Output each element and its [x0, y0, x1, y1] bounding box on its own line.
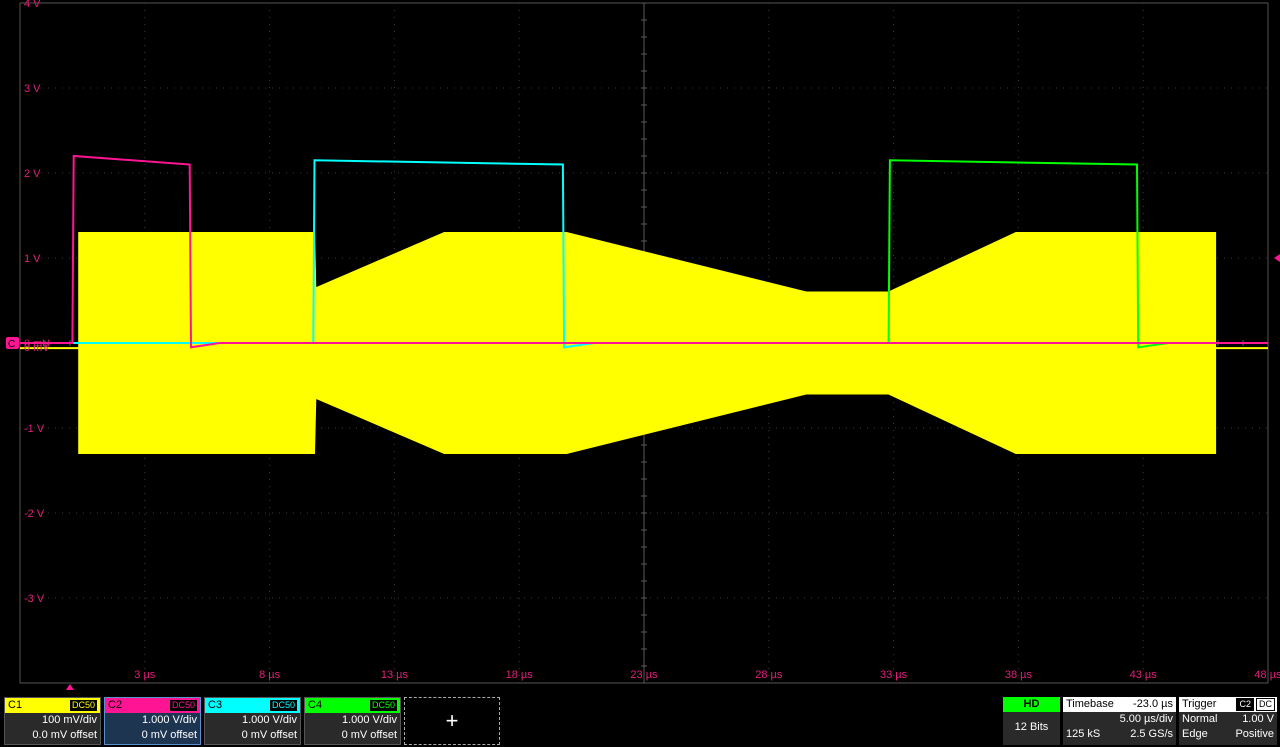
channel-3-scale: 1.000 V/div [241, 714, 297, 726]
add-trace-button[interactable]: + [404, 697, 500, 745]
channel-3-header: C3 DC50 [205, 698, 300, 713]
channel-2-coupling: DC50 [168, 699, 198, 712]
y-tick-label: -2 V [24, 508, 45, 520]
channel-2-header: C2 DC50 [105, 698, 200, 713]
trigger-box[interactable]: Trigger C2 DC Normal 1.00 V Edge Positiv… [1179, 697, 1277, 745]
trigger-source: C2 [1236, 698, 1254, 711]
ground-level-label: 0 mV [24, 342, 50, 354]
acquisition-box[interactable]: HD 12 Bits [1003, 697, 1060, 745]
y-tick-label: 4 V [24, 0, 41, 10]
trigger-row-1: Normal 1.00 V [1179, 712, 1277, 727]
channel-1-box[interactable]: C1 DC50 100 mV/div 0.0 mV offset [4, 697, 101, 745]
channel-3-coupling: DC50 [268, 699, 298, 712]
channel-4-header: C4 DC50 [305, 698, 400, 713]
y-tick-label: 3 V [24, 83, 41, 95]
timebase-row-1: 5.00 µs/div [1063, 712, 1176, 727]
x-tick-label: 18 µs [506, 669, 534, 681]
timebase-samples: 125 kS [1066, 728, 1101, 740]
channel-3-offset: 0 mV offset [241, 729, 297, 741]
channel-1-coupling: DC50 [68, 699, 98, 712]
trigger-coupling: DC [1256, 698, 1275, 711]
x-tick-label: 33 µs [880, 669, 908, 681]
x-tick-label: 13 µs [381, 669, 409, 681]
y-tick-label: 2 V [24, 168, 41, 180]
trigger-badges: C2 DC [1236, 698, 1275, 711]
x-tick-label: 48 µs [1254, 669, 1280, 681]
ground-marker-label: C [8, 339, 15, 350]
y-tick-label: -3 V [24, 593, 45, 605]
channel-3-name: C3 [208, 699, 223, 711]
x-tick-label: 38 µs [1005, 669, 1033, 681]
channel-3-box[interactable]: C3 DC50 1.000 V/div 0 mV offset [204, 697, 301, 745]
channel-1-name: C1 [8, 699, 23, 711]
timebase-box[interactable]: Timebase -23.0 µs 5.00 µs/div 125 kS 2.5… [1063, 697, 1176, 745]
timebase-title: Timebase [1066, 698, 1114, 710]
trigger-title: Trigger [1182, 698, 1217, 710]
channel-1-scale: 100 mV/div [41, 714, 97, 726]
trigger-slope: Positive [1235, 728, 1274, 740]
timebase-scale: 5.00 µs/div [1119, 713, 1173, 725]
channel-4-box[interactable]: C4 DC50 1.000 V/div 0 mV offset [304, 697, 401, 745]
timebase-header: Timebase -23.0 µs [1063, 697, 1176, 712]
x-tick-label: 28 µs [755, 669, 783, 681]
channel-2-scale: 1.000 V/div [141, 714, 197, 726]
x-tick-label: 43 µs [1130, 669, 1158, 681]
trigger-level: 1.00 V [1242, 713, 1274, 725]
trigger-mode: Normal [1182, 713, 1218, 725]
timebase-delay: -23.0 µs [1133, 698, 1173, 710]
bit-depth: 12 Bits [1014, 721, 1049, 733]
waveform-display[interactable]: 4 V 3 V 2 V 1 V 0 mV -1 V -2 V -3 V 3 µs 8 µs 13 … [0, 0, 1280, 690]
x-tick-label: 3 µs [134, 669, 156, 681]
trigger-type: Edge [1182, 728, 1208, 740]
y-tick-label: -1 V [24, 423, 45, 435]
hd-badge: HD [1003, 697, 1060, 712]
trigger-header: Trigger C2 DC [1179, 697, 1277, 712]
plus-icon: + [445, 708, 459, 733]
channel-2-name: C2 [108, 699, 123, 711]
channel-1-header: C1 DC50 [5, 698, 100, 713]
channel-2-box[interactable]: C2 DC50 1.000 V/div 0 mV offset [104, 697, 201, 745]
channel-4-name: C4 [308, 699, 323, 711]
x-tick-label: 23 µs [630, 669, 658, 681]
channel-1-offset: 0.0 mV offset [32, 729, 97, 741]
channel-4-scale: 1.000 V/div [341, 714, 397, 726]
channel-4-offset: 0 mV offset [341, 729, 397, 741]
timebase-rate: 2.5 GS/s [1130, 728, 1173, 740]
channel-4-coupling: DC50 [368, 699, 398, 712]
x-tick-label: 8 µs [259, 669, 281, 681]
timebase-row-2: 125 kS 2.5 GS/s [1063, 727, 1176, 742]
channel-2-offset: 0 mV offset [141, 729, 197, 741]
y-tick-label: 1 V [24, 253, 41, 265]
trigger-row-2: Edge Positive [1179, 727, 1277, 742]
